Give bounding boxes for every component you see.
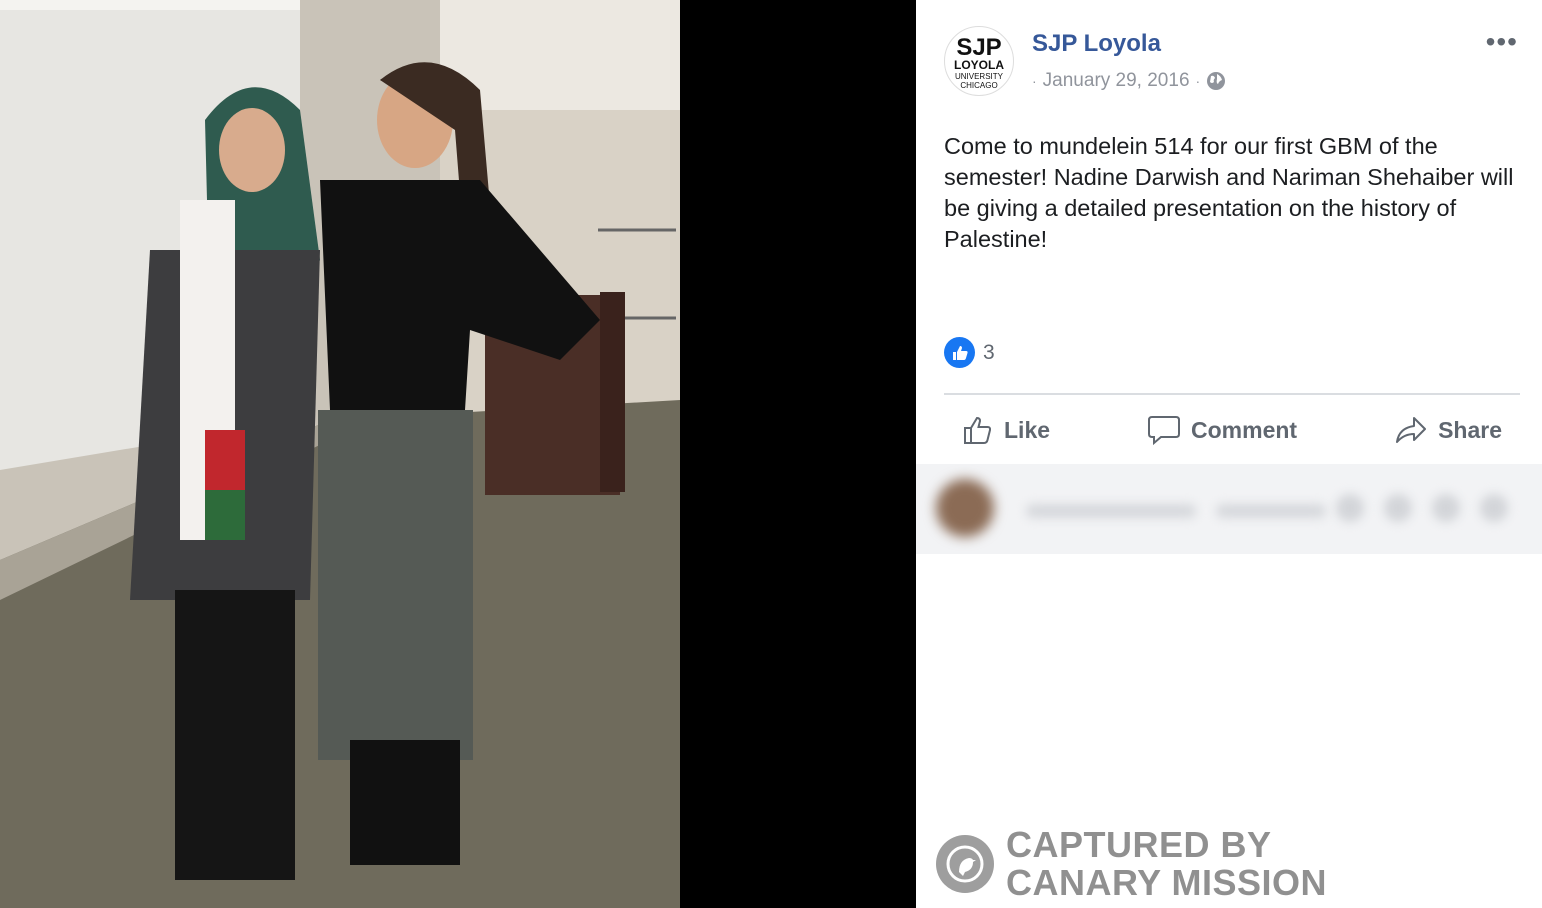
- meta-separator-2: ·: [1195, 73, 1201, 89]
- canary-icon: [936, 835, 994, 893]
- post-photo[interactable]: [0, 0, 680, 908]
- blurred-comment: [916, 464, 1542, 554]
- page-name-link[interactable]: SJP Loyola: [1032, 30, 1161, 58]
- more-options-icon[interactable]: •••: [1486, 28, 1518, 56]
- blurred-avatar: [936, 479, 994, 537]
- post-text: Come to mundelein 514 for our first GBM …: [944, 133, 1514, 252]
- divider: [944, 393, 1520, 395]
- globe-icon: [1206, 71, 1226, 91]
- watermark-line2: CANARY MISSION: [1006, 862, 1328, 903]
- like-label: Like: [1004, 416, 1051, 443]
- blurred-icon: [1336, 494, 1364, 522]
- thumbs-up-icon: [962, 414, 994, 446]
- blurred-text: [1026, 504, 1196, 518]
- post-panel: SJP LOYOLA UNIVERSITY CHICAGO SJP Loyola…: [916, 0, 1542, 908]
- like-button[interactable]: Like: [944, 414, 1068, 446]
- share-label: Share: [1438, 416, 1502, 443]
- meta-separator: ·: [1032, 73, 1037, 89]
- post-meta: · January 29, 2016 ·: [1032, 70, 1226, 92]
- reactions-summary[interactable]: 3: [944, 337, 995, 368]
- blurred-text: [1216, 504, 1326, 518]
- comment-button[interactable]: Comment: [1129, 414, 1315, 446]
- page-avatar[interactable]: SJP LOYOLA UNIVERSITY CHICAGO: [944, 26, 1014, 96]
- photo-letterbox: [680, 0, 916, 908]
- blurred-icon: [1384, 494, 1412, 522]
- avatar-logo-line3: UNIVERSITY: [955, 72, 1004, 81]
- comment-label: Comment: [1191, 416, 1298, 443]
- share-icon: [1394, 414, 1428, 446]
- blurred-icon: [1480, 494, 1508, 522]
- reaction-count: 3: [983, 340, 995, 364]
- canary-mission-watermark: CAPTURED BY CANARY MISSION: [936, 826, 1327, 902]
- comment-icon: [1147, 414, 1181, 446]
- post-date[interactable]: January 29, 2016: [1043, 70, 1190, 92]
- like-reaction-icon: [944, 337, 975, 368]
- watermark-line1: CAPTURED BY: [1006, 824, 1272, 865]
- blurred-icon: [1432, 494, 1460, 522]
- avatar-logo-line4: CHICAGO: [960, 81, 997, 90]
- avatar-logo-line2: LOYOLA: [954, 58, 1004, 72]
- avatar-logo-line1: SJP: [956, 34, 1001, 61]
- share-button[interactable]: Share: [1376, 414, 1520, 446]
- post-actions-bar: Like Comment Share: [944, 404, 1520, 456]
